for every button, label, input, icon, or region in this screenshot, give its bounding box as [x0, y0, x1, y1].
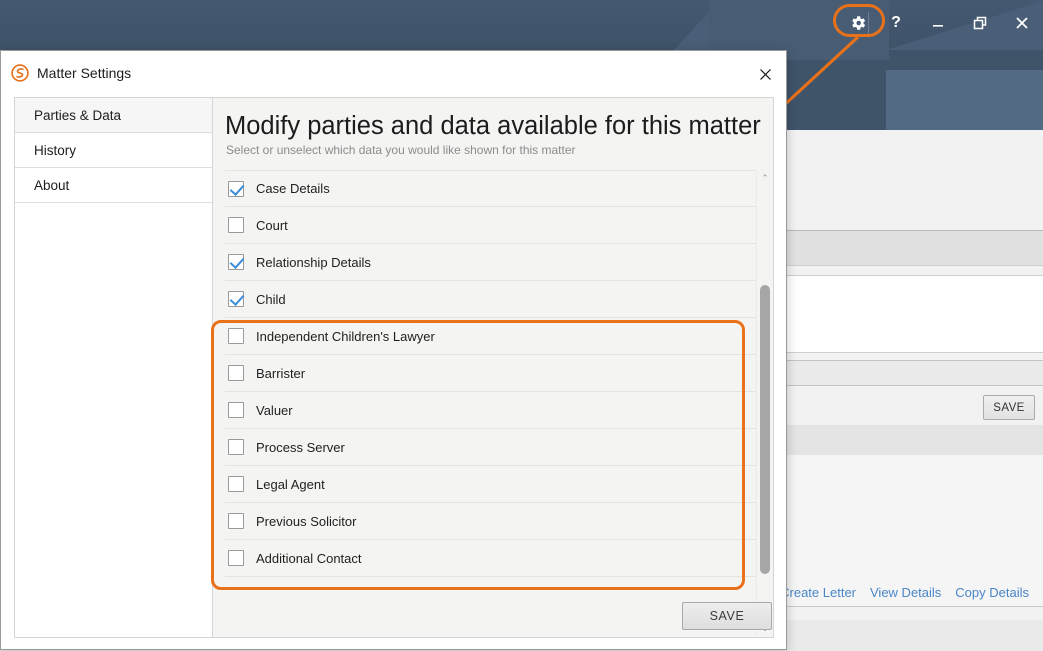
close-icon — [1014, 15, 1030, 31]
data-option-label: Previous Solicitor — [256, 514, 356, 529]
checkbox-unchecked[interactable] — [228, 365, 244, 381]
restore-button[interactable] — [959, 0, 1001, 45]
data-option-row[interactable]: Court — [225, 207, 756, 244]
checkbox-checked[interactable] — [228, 181, 244, 197]
data-option-row[interactable]: Process Server — [225, 429, 756, 466]
data-option-label: Additional Contact — [256, 551, 362, 566]
checkbox-unchecked[interactable] — [228, 439, 244, 455]
data-option-row[interactable]: Previous Solicitor — [225, 503, 756, 540]
close-icon — [758, 67, 773, 82]
data-option-row[interactable]: Relationship Details — [225, 244, 756, 281]
page-title: Modify parties and data available for th… — [213, 112, 773, 141]
application-window: anassa ▾ SAVE Create Letter View Details… — [0, 0, 1043, 651]
dialog-footer: SAVE — [1, 594, 786, 649]
data-option-label: Legal Agent — [256, 477, 325, 492]
minimize-button[interactable] — [917, 0, 959, 45]
background-action-links: Create Letter View Details Copy Details — [780, 585, 1029, 600]
sidebar-item-history[interactable]: History — [15, 133, 212, 168]
data-option-row[interactable]: Child — [225, 281, 756, 318]
sidebar-item-label: Parties & Data — [34, 108, 121, 123]
list-scrollbar[interactable]: ⌃ ⌄ — [756, 170, 772, 636]
checkbox-unchecked[interactable] — [228, 476, 244, 492]
data-option-row[interactable]: Independent Children's Lawyer — [225, 318, 756, 355]
view-details-link[interactable]: View Details — [870, 585, 941, 600]
data-option-row[interactable]: Additional Contact — [225, 540, 756, 577]
app-logo-icon — [10, 63, 30, 83]
checkbox-unchecked[interactable] — [228, 550, 244, 566]
matter-settings-dialog: Matter Settings Parties & Data History A… — [0, 50, 787, 650]
checkbox-unchecked[interactable] — [228, 513, 244, 529]
restore-icon — [973, 16, 987, 30]
data-option-label: Process Server — [256, 440, 345, 455]
sidebar-item-label: History — [34, 143, 76, 158]
sidebar-item-label: About — [34, 178, 69, 193]
controls-divider — [868, 12, 869, 34]
checkbox-unchecked[interactable] — [228, 402, 244, 418]
data-option-label: Relationship Details — [256, 255, 371, 270]
dialog-sidebar: Parties & Data History About — [14, 97, 212, 638]
data-option-label: Court — [256, 218, 288, 233]
help-icon: ? — [891, 14, 901, 32]
sidebar-item-parties-and-data[interactable]: Parties & Data — [15, 98, 212, 133]
checkbox-checked[interactable] — [228, 254, 244, 270]
dialog-close-button[interactable] — [752, 61, 778, 87]
close-button[interactable] — [1001, 0, 1043, 45]
copy-details-link[interactable]: Copy Details — [955, 585, 1029, 600]
scrollbar-thumb[interactable] — [760, 285, 770, 574]
data-option-row[interactable]: Legal Agent — [225, 466, 756, 503]
minimize-icon — [931, 16, 945, 30]
checkbox-unchecked[interactable] — [228, 328, 244, 344]
create-letter-link[interactable]: Create Letter — [780, 585, 856, 600]
checkbox-unchecked[interactable] — [228, 217, 244, 233]
data-option-label: Child — [256, 292, 286, 307]
dialog-main-panel: Modify parties and data available for th… — [212, 97, 774, 638]
scroll-up-button[interactable]: ⌃ — [757, 170, 773, 186]
background-save-button[interactable]: SAVE — [983, 395, 1035, 420]
help-button[interactable]: ? — [875, 0, 917, 45]
data-option-label: Barrister — [256, 366, 305, 381]
decorative-shape-d — [886, 70, 1043, 130]
data-option-label: Independent Children's Lawyer — [256, 329, 435, 344]
data-option-label: Valuer — [256, 403, 293, 418]
page-subtitle: Select or unselect which data you would … — [213, 141, 773, 157]
sidebar-item-about[interactable]: About — [15, 168, 212, 203]
window-controls: ? — [862, 0, 1043, 45]
checkbox-checked[interactable] — [228, 291, 244, 307]
dialog-title: Matter Settings — [37, 65, 131, 81]
data-option-label: Case Details — [256, 181, 330, 196]
dialog-body: Parties & Data History About Modify part… — [14, 97, 774, 638]
data-option-row[interactable]: Barrister — [225, 355, 756, 392]
save-button[interactable]: SAVE — [682, 602, 772, 630]
data-options-list-container: Case Details Court Relationship Details Chi… — [225, 170, 772, 636]
data-options-list[interactable]: Case Details Court Relationship Details Chi… — [225, 170, 756, 636]
dialog-title-bar: Matter Settings — [1, 51, 786, 95]
data-option-row[interactable]: Case Details — [225, 170, 756, 207]
data-option-row[interactable]: Valuer — [225, 392, 756, 429]
